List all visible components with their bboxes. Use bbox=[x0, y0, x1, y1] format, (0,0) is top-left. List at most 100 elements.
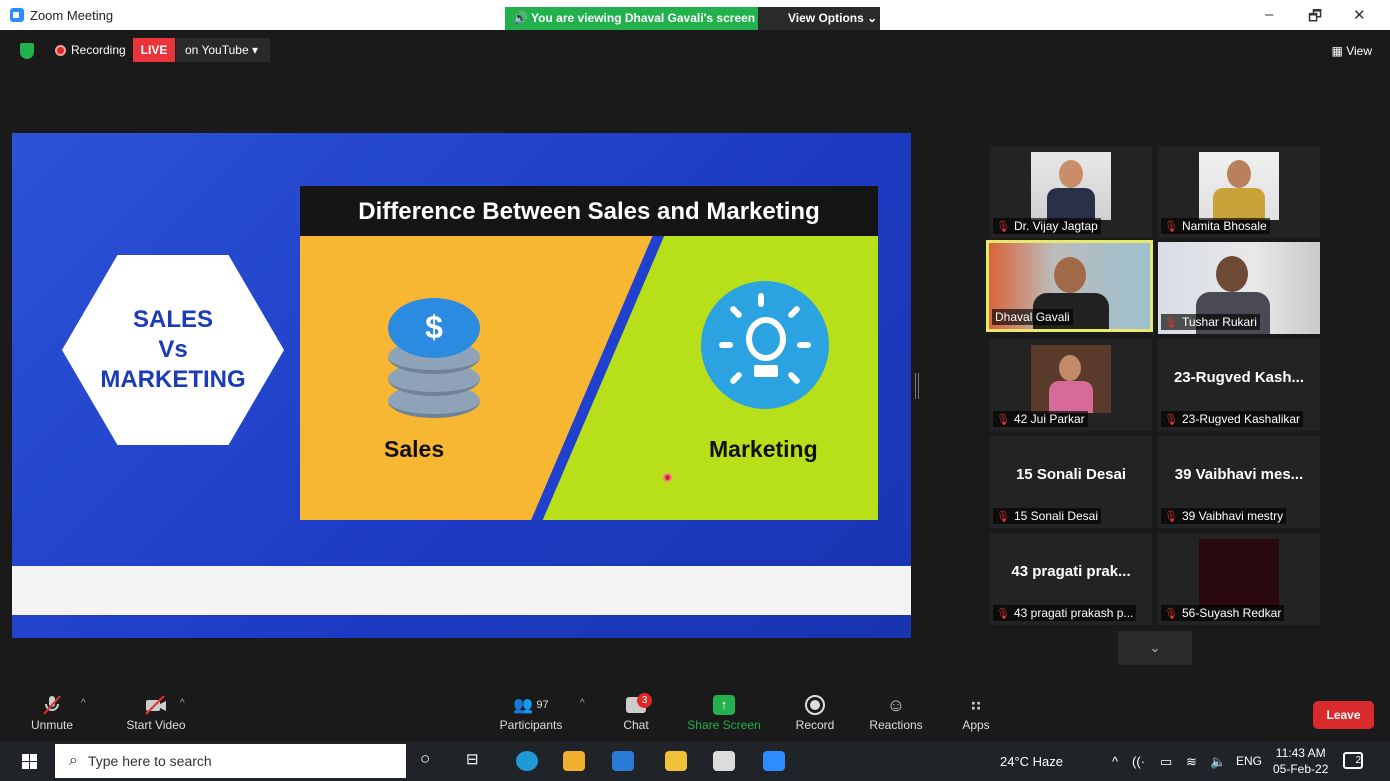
language-indicator[interactable]: ENG bbox=[1236, 754, 1262, 768]
lightbulb-icon bbox=[701, 281, 829, 409]
chat-unread-badge: 3 bbox=[637, 693, 652, 708]
app-window-icon[interactable] bbox=[713, 751, 735, 771]
recording-icon bbox=[55, 45, 66, 56]
tray-chevron-icon[interactable]: ^ bbox=[1112, 754, 1118, 769]
participant-display-name: 39 Vaibhavi mes... bbox=[1174, 466, 1304, 483]
restore-button[interactable]: 🗗 bbox=[1308, 6, 1322, 31]
participant-tile-active-speaker[interactable]: Dhaval Gavali bbox=[986, 240, 1153, 332]
shared-screen-slide: SALES Vs MARKETING Difference Between Sa… bbox=[12, 133, 911, 638]
participant-tile[interactable]: 39 Vaibhavi mes... 🎙 39 Vaibhavi mestry bbox=[1158, 436, 1320, 528]
participants-count: 97 bbox=[536, 699, 549, 711]
close-button[interactable]: ✕ bbox=[1353, 6, 1366, 24]
recording-label[interactable]: Recording bbox=[71, 43, 126, 57]
task-view-icon[interactable]: ⊟ bbox=[466, 750, 479, 768]
participant-tile[interactable]: 43 pragati prak... 🎙 43 pragati prakash p… bbox=[990, 533, 1152, 625]
clock-time: 11:43 AM bbox=[1275, 746, 1326, 760]
participant-tile[interactable]: 15 Sonali Desai 🎙 15 Sonali Desai bbox=[990, 436, 1152, 528]
share-screen-icon: ↑ bbox=[713, 695, 735, 715]
participants-button[interactable]: 👥 97 Participants bbox=[497, 692, 565, 732]
zoom-window: Zoom Meeting 🔊 You are viewing Dhaval Ga… bbox=[0, 0, 1390, 781]
clock-date: 05-Feb-22 bbox=[1273, 762, 1329, 776]
audio-options-caret[interactable]: ^ bbox=[81, 698, 86, 709]
mic-muted-icon: 🎙 bbox=[1164, 414, 1178, 426]
participant-name: 🎙 43 pragati prakash p... bbox=[993, 605, 1137, 621]
network-icon[interactable]: ((· bbox=[1132, 754, 1145, 769]
mic-muted-icon: 🎙 bbox=[996, 221, 1010, 233]
start-video-button[interactable]: Start Video bbox=[126, 692, 186, 732]
apps-button[interactable]: ⠶ Apps bbox=[958, 692, 994, 733]
meeting-top-bar: Recording LIVE on YouTube ▾ ▦ View bbox=[0, 30, 1390, 72]
mic-muted-icon bbox=[28, 692, 76, 718]
viewing-banner: 🔊 You are viewing Dhaval Gavali's screen… bbox=[505, 7, 880, 30]
hex-line-1: SALES bbox=[132, 306, 213, 333]
reactions-button[interactable]: ☺ Reactions bbox=[866, 692, 926, 733]
hex-line-2: Vs bbox=[158, 336, 188, 363]
participants-options-caret[interactable]: ^ bbox=[580, 698, 585, 709]
chat-button[interactable]: 3 Chat bbox=[616, 692, 656, 732]
file-explorer-icon[interactable] bbox=[665, 751, 687, 771]
sales-label: Sales bbox=[384, 436, 445, 462]
wifi-icon[interactable]: ≋ bbox=[1186, 754, 1197, 770]
hex-line-3: MARKETING bbox=[100, 366, 246, 393]
slide-bottom-stripe bbox=[12, 566, 911, 615]
participant-video bbox=[1199, 152, 1279, 220]
unmute-button[interactable]: Unmute bbox=[28, 692, 76, 732]
cortana-icon[interactable]: ○ bbox=[420, 749, 430, 769]
mic-muted-icon: 🎙 bbox=[996, 414, 1010, 426]
volume-icon[interactable]: 🔈 bbox=[1210, 754, 1226, 770]
participant-display-name: 15 Sonali Desai bbox=[1015, 466, 1127, 483]
windows-start-icon[interactable] bbox=[22, 754, 37, 769]
search-icon: ⌕ bbox=[69, 752, 78, 769]
apps-icon: ⠶ bbox=[969, 694, 983, 715]
participants-icon: 👥 bbox=[513, 697, 534, 714]
battery-icon[interactable]: ▭ bbox=[1160, 754, 1172, 770]
participant-tile[interactable]: 🎙 Namita Bhosale bbox=[1158, 146, 1320, 238]
annotation-pointer bbox=[663, 473, 672, 482]
sales-vs-marketing-hexagon: SALES Vs MARKETING bbox=[62, 255, 284, 445]
participant-name: 🎙 56-Suyash Redkar bbox=[1161, 605, 1285, 621]
share-screen-button[interactable]: ↑ Share Screen bbox=[686, 692, 762, 732]
security-shield-icon[interactable] bbox=[20, 43, 34, 59]
participant-name: 🎙 Namita Bhosale bbox=[1161, 218, 1270, 234]
mic-muted-icon: 🎙 bbox=[1164, 317, 1178, 329]
store-icon[interactable] bbox=[563, 751, 585, 771]
participant-video bbox=[1031, 345, 1111, 413]
comparison-panels: $ Sales Marketing bbox=[300, 236, 878, 520]
notifications-icon[interactable]: 2 bbox=[1343, 752, 1363, 769]
participant-name: 🎙 Tushar Rukari bbox=[1161, 314, 1260, 330]
participant-tile[interactable]: 🎙 Tushar Rukari bbox=[1158, 242, 1320, 334]
mic-muted-icon: 🎙 bbox=[996, 608, 1010, 620]
viewing-screen-text: 🔊 You are viewing Dhaval Gavali's screen bbox=[505, 7, 758, 30]
gallery-next-page-button[interactable]: ⌄ bbox=[1118, 631, 1192, 665]
view-layout-button[interactable]: ▦ View bbox=[1332, 44, 1372, 58]
meeting-toolbar: Unmute ^ Start Video ^ 👥 97 Participants… bbox=[0, 688, 1390, 741]
mic-muted-icon: 🎙 bbox=[1164, 608, 1178, 620]
taskbar-search[interactable]: ⌕ Type here to search bbox=[55, 744, 406, 778]
participant-display-name: 23-Rugved Kash... bbox=[1173, 369, 1305, 386]
mail-icon[interactable] bbox=[612, 751, 634, 771]
participant-display-name: 43 pragati prak... bbox=[1011, 563, 1131, 580]
weather-widget[interactable]: 24°C Haze bbox=[1000, 754, 1063, 769]
participant-tile[interactable]: 🎙 56-Suyash Redkar bbox=[1158, 533, 1320, 625]
participant-name: 🎙 Dr. Vijay Jagtap bbox=[993, 218, 1101, 234]
panel-resize-handle[interactable] bbox=[915, 373, 919, 399]
youtube-dropdown[interactable]: on YouTube ▾ bbox=[176, 38, 270, 62]
edge-browser-icon[interactable] bbox=[516, 751, 538, 771]
participant-tile[interactable]: 🎙 Dr. Vijay Jagtap bbox=[990, 146, 1152, 238]
record-button[interactable]: Record bbox=[792, 692, 838, 732]
participant-video bbox=[1031, 152, 1111, 220]
windows-taskbar: ⌕ Type here to search ○ ⊟ 24°C Haze ^ ((… bbox=[0, 741, 1390, 781]
participant-tile[interactable]: 23-Rugved Kash... 🎙 23-Rugved Kashalikar bbox=[1158, 339, 1320, 431]
participant-name: Dhaval Gavali bbox=[992, 309, 1073, 325]
record-icon bbox=[805, 695, 825, 715]
minimize-button[interactable]: – bbox=[1265, 6, 1273, 23]
mic-muted-icon: 🎙 bbox=[1164, 511, 1178, 523]
zoom-taskbar-icon[interactable] bbox=[763, 751, 785, 771]
clock[interactable]: 11:43 AM 05-Feb-22 bbox=[1273, 745, 1328, 777]
participant-tile[interactable]: 🎙 42 Jui Parkar bbox=[990, 339, 1152, 431]
view-options-button[interactable]: View Options ⌄ bbox=[758, 7, 880, 30]
title-bar: Zoom Meeting 🔊 You are viewing Dhaval Ga… bbox=[0, 0, 1390, 30]
video-options-caret[interactable]: ^ bbox=[180, 698, 185, 709]
leave-button[interactable]: Leave bbox=[1313, 701, 1374, 729]
marketing-label: Marketing bbox=[709, 436, 818, 462]
